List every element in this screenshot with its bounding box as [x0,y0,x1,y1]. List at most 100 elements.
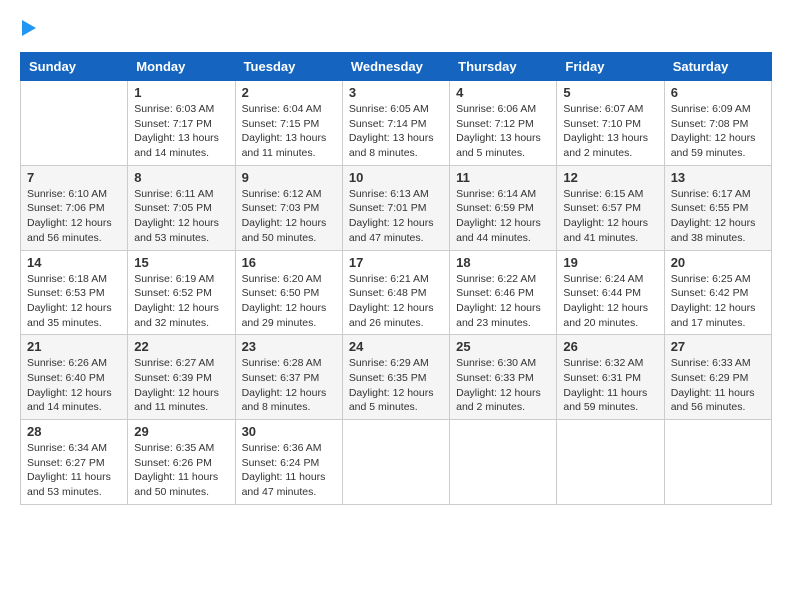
calendar-week-row: 1 Sunrise: 6:03 AM Sunset: 7:17 PM Daylig… [21,81,772,166]
day-number: 25 [456,339,550,354]
calendar-cell: 17 Sunrise: 6:21 AM Sunset: 6:48 PM Dayli… [342,250,449,335]
logo [20,20,36,36]
day-info: Sunrise: 6:14 AM Sunset: 6:59 PM Dayligh… [456,187,550,246]
day-number: 14 [27,255,121,270]
day-number: 3 [349,85,443,100]
calendar-cell: 28 Sunrise: 6:34 AM Sunset: 6:27 PM Dayli… [21,420,128,505]
day-info: Sunrise: 6:13 AM Sunset: 7:01 PM Dayligh… [349,187,443,246]
day-info: Sunrise: 6:18 AM Sunset: 6:53 PM Dayligh… [27,272,121,331]
calendar-cell: 27Sunrise: 6:33 AM Sunset: 6:29 PM Dayli… [664,335,771,420]
day-number: 21 [27,339,121,354]
day-number: 13 [671,170,765,185]
calendar-table: SundayMondayTuesdayWednesdayThursdayFrid… [20,52,772,505]
day-info: Sunrise: 6:05 AM Sunset: 7:14 PM Dayligh… [349,102,443,161]
day-info: Sunrise: 6:34 AM Sunset: 6:27 PM Dayligh… [27,441,121,500]
day-number: 20 [671,255,765,270]
day-number: 10 [349,170,443,185]
day-info: Sunrise: 6:17 AM Sunset: 6:55 PM Dayligh… [671,187,765,246]
calendar-cell [664,420,771,505]
day-info: Sunrise: 6:21 AM Sunset: 6:48 PM Dayligh… [349,272,443,331]
day-number: 1 [134,85,228,100]
calendar-cell: 24 Sunrise: 6:29 AM Sunset: 6:35 PM Dayli… [342,335,449,420]
day-info: Sunrise: 6:35 AM Sunset: 6:26 PM Dayligh… [134,441,228,500]
day-number: 11 [456,170,550,185]
calendar-cell [557,420,664,505]
day-info: Sunrise: 6:19 AM Sunset: 6:52 PM Dayligh… [134,272,228,331]
calendar-week-row: 21Sunrise: 6:26 AM Sunset: 6:40 PM Dayli… [21,335,772,420]
calendar-cell: 29 Sunrise: 6:35 AM Sunset: 6:26 PM Dayli… [128,420,235,505]
day-number: 4 [456,85,550,100]
day-info: Sunrise: 6:10 AM Sunset: 7:06 PM Dayligh… [27,187,121,246]
day-number: 19 [563,255,657,270]
calendar-cell: 8 Sunrise: 6:11 AM Sunset: 7:05 PM Daylig… [128,165,235,250]
calendar-cell: 1 Sunrise: 6:03 AM Sunset: 7:17 PM Daylig… [128,81,235,166]
day-number: 24 [349,339,443,354]
calendar-cell: 10 Sunrise: 6:13 AM Sunset: 7:01 PM Dayli… [342,165,449,250]
day-info: Sunrise: 6:15 AM Sunset: 6:57 PM Dayligh… [563,187,657,246]
day-info: Sunrise: 6:28 AM Sunset: 6:37 PM Dayligh… [242,356,336,415]
day-info: Sunrise: 6:07 AM Sunset: 7:10 PM Dayligh… [563,102,657,161]
calendar-cell: 2Sunrise: 6:04 AM Sunset: 7:15 PM Daylig… [235,81,342,166]
calendar-cell: 26 Sunrise: 6:32 AM Sunset: 6:31 PM Dayli… [557,335,664,420]
day-number: 16 [242,255,336,270]
calendar-cell: 21Sunrise: 6:26 AM Sunset: 6:40 PM Dayli… [21,335,128,420]
calendar-header-row: SundayMondayTuesdayWednesdayThursdayFrid… [21,53,772,81]
calendar-cell: 14 Sunrise: 6:18 AM Sunset: 6:53 PM Dayli… [21,250,128,335]
calendar-cell: 20 Sunrise: 6:25 AM Sunset: 6:42 PM Dayli… [664,250,771,335]
day-number: 27 [671,339,765,354]
calendar-cell: 6 Sunrise: 6:09 AM Sunset: 7:08 PM Daylig… [664,81,771,166]
day-info: Sunrise: 6:09 AM Sunset: 7:08 PM Dayligh… [671,102,765,161]
day-number: 17 [349,255,443,270]
calendar-cell: 4Sunrise: 6:06 AM Sunset: 7:12 PM Daylig… [450,81,557,166]
column-header-friday: Friday [557,53,664,81]
day-number: 15 [134,255,228,270]
calendar-cell: 16 Sunrise: 6:20 AM Sunset: 6:50 PM Dayli… [235,250,342,335]
calendar-cell: 15 Sunrise: 6:19 AM Sunset: 6:52 PM Dayli… [128,250,235,335]
day-number: 26 [563,339,657,354]
calendar-cell: 9Sunrise: 6:12 AM Sunset: 7:03 PM Daylig… [235,165,342,250]
day-info: Sunrise: 6:36 AM Sunset: 6:24 PM Dayligh… [242,441,336,500]
day-info: Sunrise: 6:03 AM Sunset: 7:17 PM Dayligh… [134,102,228,161]
column-header-saturday: Saturday [664,53,771,81]
day-info: Sunrise: 6:22 AM Sunset: 6:46 PM Dayligh… [456,272,550,331]
day-info: Sunrise: 6:32 AM Sunset: 6:31 PM Dayligh… [563,356,657,415]
calendar-cell: 18 Sunrise: 6:22 AM Sunset: 6:46 PM Dayli… [450,250,557,335]
calendar-cell: 3 Sunrise: 6:05 AM Sunset: 7:14 PM Daylig… [342,81,449,166]
calendar-cell: 5 Sunrise: 6:07 AM Sunset: 7:10 PM Daylig… [557,81,664,166]
day-number: 23 [242,339,336,354]
calendar-cell: 13 Sunrise: 6:17 AM Sunset: 6:55 PM Dayli… [664,165,771,250]
calendar-cell: 30 Sunrise: 6:36 AM Sunset: 6:24 PM Dayli… [235,420,342,505]
day-number: 30 [242,424,336,439]
calendar-week-row: 7 Sunrise: 6:10 AM Sunset: 7:06 PM Daylig… [21,165,772,250]
column-header-wednesday: Wednesday [342,53,449,81]
day-number: 5 [563,85,657,100]
day-info: Sunrise: 6:11 AM Sunset: 7:05 PM Dayligh… [134,187,228,246]
day-info: Sunrise: 6:24 AM Sunset: 6:44 PM Dayligh… [563,272,657,331]
day-info: Sunrise: 6:20 AM Sunset: 6:50 PM Dayligh… [242,272,336,331]
day-number: 7 [27,170,121,185]
column-header-sunday: Sunday [21,53,128,81]
calendar-cell: 23 Sunrise: 6:28 AM Sunset: 6:37 PM Dayli… [235,335,342,420]
day-number: 8 [134,170,228,185]
day-info: Sunrise: 6:30 AM Sunset: 6:33 PM Dayligh… [456,356,550,415]
calendar-cell: 12 Sunrise: 6:15 AM Sunset: 6:57 PM Dayli… [557,165,664,250]
calendar-cell: 11 Sunrise: 6:14 AM Sunset: 6:59 PM Dayli… [450,165,557,250]
calendar-cell: 19 Sunrise: 6:24 AM Sunset: 6:44 PM Dayli… [557,250,664,335]
day-info: Sunrise: 6:12 AM Sunset: 7:03 PM Dayligh… [242,187,336,246]
calendar-cell: 7 Sunrise: 6:10 AM Sunset: 7:06 PM Daylig… [21,165,128,250]
day-info: Sunrise: 6:29 AM Sunset: 6:35 PM Dayligh… [349,356,443,415]
day-number: 18 [456,255,550,270]
day-number: 2 [242,85,336,100]
day-number: 29 [134,424,228,439]
calendar-cell: 22Sunrise: 6:27 AM Sunset: 6:39 PM Dayli… [128,335,235,420]
calendar-cell [21,81,128,166]
calendar-cell [450,420,557,505]
day-number: 22 [134,339,228,354]
logo-arrow-icon [22,20,36,36]
day-info: Sunrise: 6:25 AM Sunset: 6:42 PM Dayligh… [671,272,765,331]
day-number: 6 [671,85,765,100]
calendar-week-row: 28 Sunrise: 6:34 AM Sunset: 6:27 PM Dayli… [21,420,772,505]
day-number: 28 [27,424,121,439]
column-header-thursday: Thursday [450,53,557,81]
day-number: 12 [563,170,657,185]
